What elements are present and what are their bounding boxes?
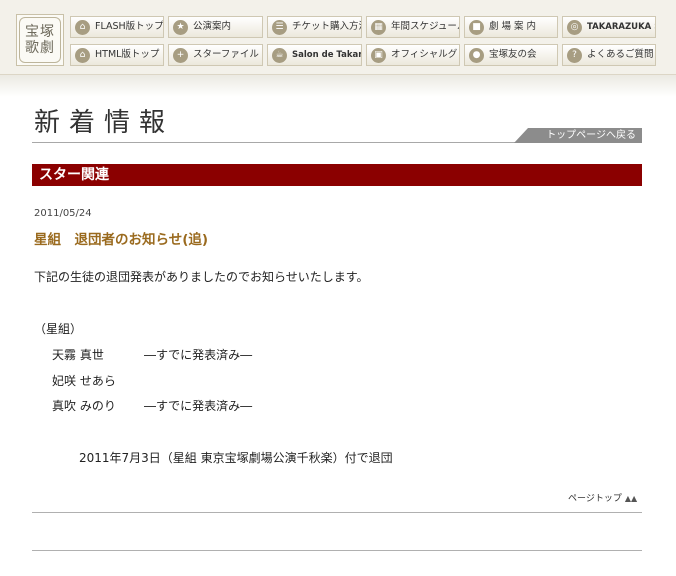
nav-goods[interactable]: ▣ オフィシャルグッズ [366, 44, 460, 66]
nav-schedule[interactable]: ▦ 年間スケジュール [366, 16, 460, 38]
person-icon: ● [469, 47, 484, 63]
star-icon: ★ [173, 19, 188, 35]
member-name: 天霧 真世 [52, 348, 104, 362]
page-top-label: ページトップ [568, 494, 622, 504]
nav-label: Salon de Takarazuka [292, 49, 362, 60]
divider [32, 550, 642, 551]
header: 宝塚歌劇 ⌂ FLASH版トップ ★ 公演案内 ☰ チケット購入方法 ▦ 年間ス… [0, 0, 676, 75]
site-logo[interactable]: 宝塚歌劇 [16, 14, 64, 66]
nav-label: オフィシャルグッズ [391, 49, 459, 60]
group-label: （星組） [34, 322, 83, 336]
nav-flash-top[interactable]: ⌂ FLASH版トップ [70, 16, 164, 38]
calendar-icon: ▦ [371, 19, 386, 35]
nav-star-file[interactable]: + スターファイル [168, 44, 263, 66]
ticket-icon: ☰ [272, 19, 287, 35]
house-icon: ⌂ [75, 19, 90, 35]
plus-icon: + [173, 47, 188, 63]
nav-label: 公演案内 [193, 21, 232, 32]
nav-label: 宝塚友の会 [489, 49, 537, 60]
nav-label: チケット購入方法 [292, 21, 362, 32]
nav-label: TAKARAZUKA SKY STAGE [587, 21, 655, 32]
nav-tomo-no-kai[interactable]: ● 宝塚友の会 [464, 44, 558, 66]
logo-text: 宝塚歌劇 [19, 17, 61, 63]
nav-theater[interactable]: ■ 劇 場 案 内 [464, 16, 558, 38]
triangle-up-icon: ▲▲ [624, 494, 638, 503]
sky-stage-icon: ◎ [567, 19, 582, 35]
nav-performances[interactable]: ★ 公演案内 [168, 16, 263, 38]
nav-label: よくあるご質問 [587, 49, 654, 60]
nav-label: HTML版トップ [95, 49, 160, 60]
nav-label: スターファイル [193, 49, 259, 60]
nav-salon[interactable]: ☕ Salon de Takarazuka [267, 44, 362, 66]
house-icon: ⌂ [75, 47, 90, 63]
article-date: 2011/05/24 [34, 208, 92, 219]
goods-icon: ▣ [371, 47, 386, 63]
nav-ticket[interactable]: ☰ チケット購入方法 [267, 16, 362, 38]
member-note: ―すでに発表済み― [144, 399, 253, 413]
page-title: 新着情報 [34, 108, 175, 138]
theater-icon: ■ [469, 19, 484, 35]
nav-sky-stage[interactable]: ◎ TAKARAZUKA SKY STAGE [562, 16, 656, 38]
nav-label: 年間スケジュール [391, 21, 460, 32]
page-top-link[interactable]: ページトップ ▲▲ [568, 491, 637, 504]
category-header: スター関連 [32, 164, 642, 186]
nav-label: FLASH版トップ [95, 21, 164, 32]
member-name: 真吹 みのり [52, 399, 116, 413]
member-name: 妃咲 せあら [52, 374, 116, 388]
question-icon: ? [567, 47, 582, 63]
article-intro: 下記の生徒の退団発表がありましたのでお知らせいたします。 [34, 270, 369, 284]
back-to-top-page-link[interactable]: トップページへ戻る [514, 128, 642, 143]
retirement-note: 2011年7月3日（星組 東京宝塚劇場公演千秋楽）付で退団 [79, 451, 393, 465]
header-shadow [0, 75, 676, 97]
salon-icon: ☕ [272, 47, 287, 63]
divider [32, 512, 642, 513]
nav-label: 劇 場 案 内 [489, 21, 537, 32]
nav-faq[interactable]: ? よくあるご質問 [562, 44, 656, 66]
member-note: ―すでに発表済み― [144, 348, 253, 362]
article-title: 星組 退団者のお知らせ(追) [34, 232, 209, 248]
nav-html-top[interactable]: ⌂ HTML版トップ [70, 44, 164, 66]
